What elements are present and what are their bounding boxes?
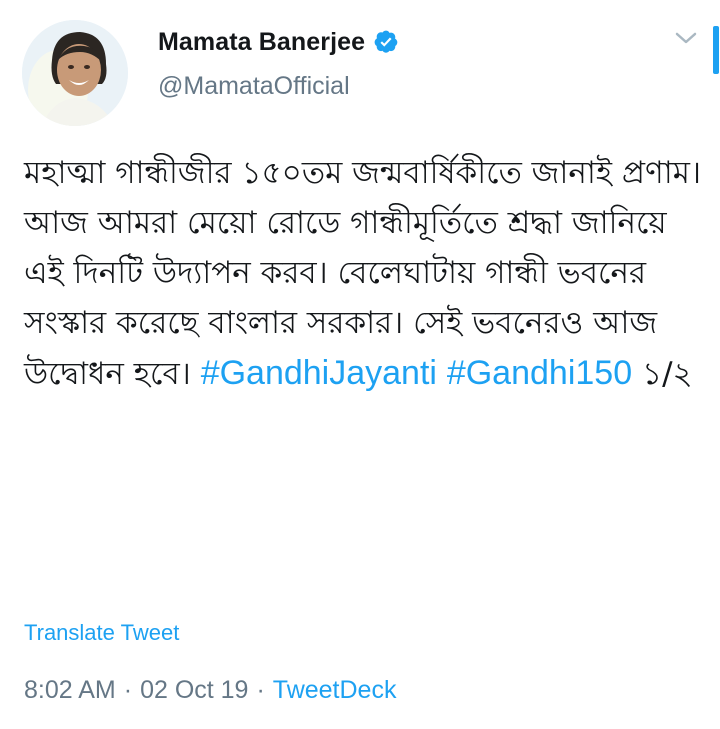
tweet-date[interactable]: 02 Oct 19 — [140, 676, 248, 705]
hashtag-link[interactable]: #GandhiJayanti — [201, 354, 437, 392]
scroll-indicator — [713, 26, 719, 74]
verified-badge-icon — [373, 29, 399, 55]
tweet-meta: 8:02 AM · 02 Oct 19 · TweetDeck — [24, 676, 396, 705]
tweet-text: মহাত্মা গান্ধীজীর ১৫০তম জন্মবার্ষিকীতে জ… — [24, 148, 704, 399]
tweet-source-link[interactable]: TweetDeck — [273, 676, 397, 705]
tweet-card: Mamata Banerjee @MamataOfficial মহাত্মা … — [0, 0, 720, 729]
avatar[interactable] — [22, 20, 128, 126]
meta-separator: · — [123, 676, 133, 704]
tweet-time[interactable]: 8:02 AM — [24, 676, 116, 705]
chevron-down-icon[interactable] — [674, 28, 698, 48]
display-name[interactable]: Mamata Banerjee — [158, 28, 365, 57]
user-handle[interactable]: @MamataOfficial — [158, 72, 350, 101]
avatar-image — [22, 20, 128, 126]
tweet-text-segment: ১/২ — [632, 356, 693, 392]
hashtag-link[interactable]: #Gandhi150 — [447, 354, 632, 392]
translate-tweet-link[interactable]: Translate Tweet — [24, 620, 179, 646]
meta-separator: · — [256, 676, 265, 704]
tweet-text-segment — [437, 356, 447, 392]
author-name-row[interactable]: Mamata Banerjee — [158, 26, 399, 58]
